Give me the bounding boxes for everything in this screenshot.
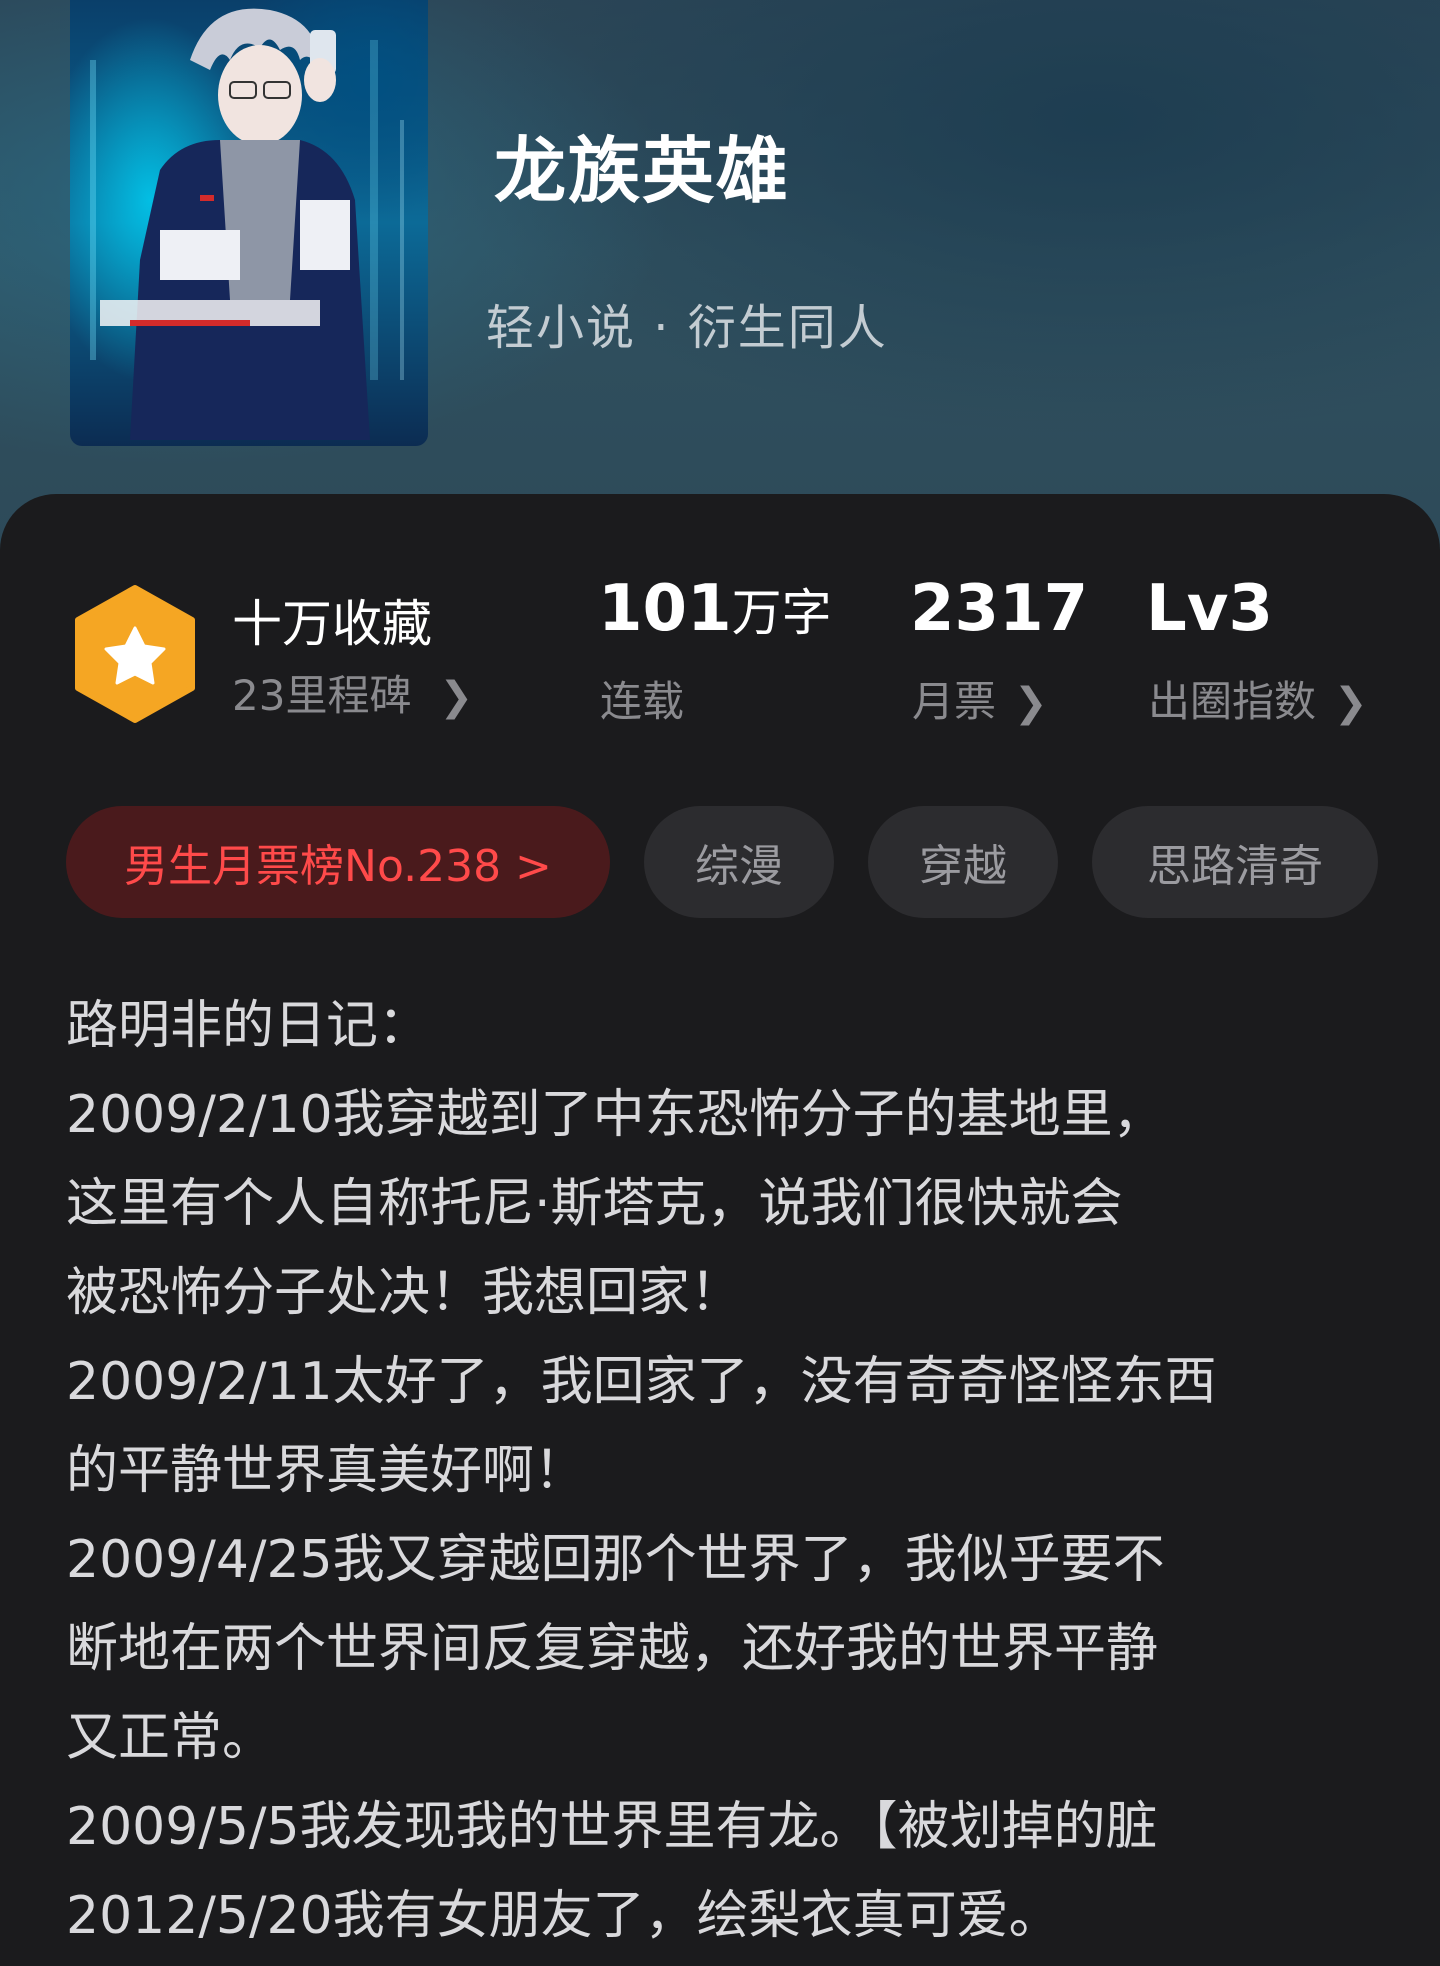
popularity-level: Lv3 (1146, 572, 1274, 646)
synopsis-line: 断地在两个世界间反复穿越，还好我的世界平静 (66, 1619, 1159, 1679)
word-count-unit: 万字 (731, 584, 832, 642)
popularity-label: 出圈指数 (1148, 677, 1317, 726)
synopsis-line: 2009/5/5我发现我的世界里有龙。【被划掉的脏 (66, 1797, 1158, 1857)
chevron-right-icon: ❯ (1014, 680, 1048, 726)
chevron-right-icon: ❯ (439, 674, 473, 720)
synopsis-line: 路明非的日记： (66, 996, 431, 1056)
milestone-link[interactable]: 23里程碑 ❯ (232, 662, 473, 723)
word-count-value: 101 (598, 572, 732, 646)
tag-time-travel[interactable]: 穿越 (868, 806, 1058, 918)
synopsis-line: 2009/2/10我穿越到了中东恐怖分子的基地里， (66, 1085, 1165, 1145)
milestone-subtitle: 23里程碑 (232, 671, 412, 720)
book-category[interactable]: 轻小说 · 衍生同人 (486, 288, 888, 358)
book-title: 龙族英雄 (494, 129, 791, 213)
monthly-votes-link[interactable]: 月票 ❯ (912, 668, 1048, 729)
rank-tag[interactable]: 男生月票榜No.238 > (66, 806, 610, 918)
star-hexagon-icon[interactable] (72, 584, 198, 724)
tag-creative[interactable]: 思路清奇 (1092, 806, 1378, 918)
synopsis-line: 2009/4/25我又穿越回那个世界了，我似乎要不 (66, 1530, 1165, 1590)
word-count: 101万字 (598, 572, 832, 646)
serial-status: 连载 (600, 677, 685, 726)
monthly-votes-value: 2317 (910, 572, 1089, 646)
synopsis-line: 的平静世界真美好啊！ (66, 1441, 587, 1501)
tag-comics[interactable]: 综漫 (644, 806, 834, 918)
synopsis-line: 这里有个人自称托尼·斯塔克，说我们很快就会 (66, 1174, 1123, 1234)
synopsis-line: 被恐怖分子处决！我想回家！ (66, 1263, 743, 1323)
popularity-link[interactable]: 出圈指数 ❯ (1148, 668, 1368, 729)
book-synopsis[interactable]: 路明非的日记： 2009/2/10我穿越到了中东恐怖分子的基地里， 这里有个人自… (66, 982, 1386, 1961)
synopsis-line: 又正常。 (66, 1708, 275, 1768)
chevron-right-icon: ❯ (1334, 680, 1368, 726)
cover-illustration (90, 8, 404, 440)
monthly-votes-label: 月票 (912, 677, 997, 726)
synopsis-line: 2009/2/11太好了，我回家了，没有奇奇怪怪东西 (66, 1352, 1217, 1412)
book-detail-page: 龙族英雄 轻小说 · 衍生同人 十万收藏 23里程碑 ❯ 101万字 连载 231… (0, 0, 1440, 1966)
synopsis-line: 2012/5/20我有女朋友了，绘梨衣真可爱。 (66, 1886, 1061, 1946)
book-cover[interactable] (70, 0, 428, 446)
milestone-title[interactable]: 十万收藏 (232, 584, 432, 656)
